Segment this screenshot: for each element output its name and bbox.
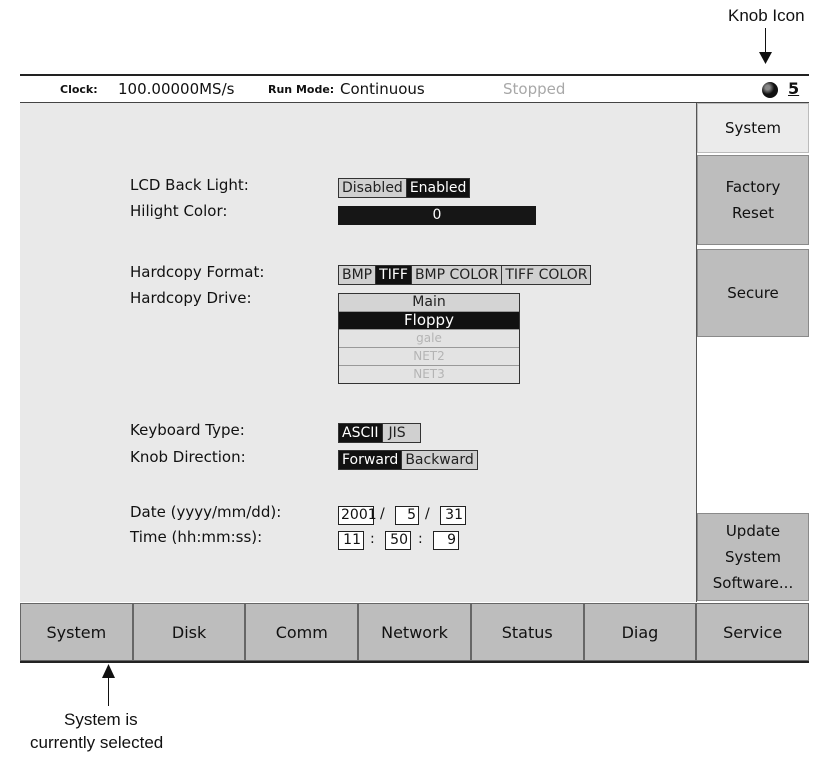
factory-reset-line1: Factory [725,178,781,196]
factory-reset-line2: Reset [732,204,774,222]
drive-net2: NET2 [339,348,519,366]
knob-icon-callout: Knob Icon [728,6,805,25]
tab-diag[interactable]: Diag [583,603,697,661]
instrument-screen: Clock: 100.00000MS/s Run Mode: Continuou… [20,74,810,663]
time-sep-1: : [370,531,375,547]
hilight-color-label: Hilight Color: [130,202,228,220]
update-system-software-button[interactable]: Update System Software... [697,513,809,601]
hardcopy-format-label: Hardcopy Format: [130,263,265,281]
run-mode-value: Continuous [340,80,425,98]
system-selected-callout-line1: System is [64,710,138,729]
lcd-backlight-enabled[interactable]: Enabled [405,179,470,197]
keyboard-jis[interactable]: JIS [381,424,420,442]
time-minute-field[interactable]: 50 [385,531,411,550]
clock-value: 100.00000MS/s [118,80,235,98]
date-day-field[interactable]: 31 [440,506,466,525]
clock-label: Clock: [60,83,98,96]
hardcopy-format-selector[interactable]: BMP TIFF BMP COLOR TIFF COLOR [338,265,592,285]
status-bar: Clock: 100.00000MS/s Run Mode: Continuou… [20,76,809,103]
settings-panel: LCD Back Light: Disabled Enabled Hilight… [20,103,697,602]
bottom-tab-bar: System Disk Comm Network Status Diag Ser… [20,603,810,661]
time-sep-2: : [418,531,423,547]
lcd-backlight-label: LCD Back Light: [130,176,249,194]
secure-button[interactable]: Secure [697,249,809,337]
knob-icon [762,82,778,98]
run-state: Stopped [503,80,566,98]
knob-number: 5 [788,79,800,98]
format-bmp[interactable]: BMP [339,266,376,284]
tab-service[interactable]: Service [696,603,810,661]
knob-direction-selector[interactable]: Forward Backward [338,450,478,470]
hilight-color-field[interactable]: 0 [338,206,536,225]
system-selected-callout-line2: currently selected [30,733,164,752]
tab-disk[interactable]: Disk [132,603,246,661]
side-menu: System Factory Reset Secure Update Syste… [697,103,809,602]
side-menu-title: System [697,103,809,153]
date-sep-1: / [380,506,385,522]
hardcopy-drive-label: Hardcopy Drive: [130,289,252,307]
tab-network[interactable]: Network [358,603,471,661]
system-callout-line [108,676,109,706]
knob-backward[interactable]: Backward [401,451,477,469]
update-line2: System [725,548,781,566]
drive-net3: NET3 [339,366,519,383]
time-second-field[interactable]: 9 [433,531,459,550]
knob-callout-arrowhead [759,52,772,64]
hardcopy-drive-list[interactable]: Main Floppy gale NET2 NET3 [338,293,520,384]
keyboard-type-label: Keyboard Type: [130,421,245,439]
update-line1: Update [725,522,781,540]
run-mode-label: Run Mode: [268,83,335,96]
lcd-backlight-disabled[interactable]: Disabled [339,179,406,197]
tab-status[interactable]: Status [470,603,584,661]
date-label: Date (yyyy/mm/dd): [130,503,282,521]
factory-reset-button[interactable]: Factory Reset [697,155,809,245]
update-line3: Software... [712,574,794,592]
format-bmp-color[interactable]: BMP COLOR [410,266,502,284]
time-label: Time (hh:mm:ss): [130,528,263,546]
lcd-backlight-selector[interactable]: Disabled Enabled [338,178,471,198]
date-year-field[interactable]: 2001 [338,506,377,525]
format-tiff[interactable]: TIFF [375,266,411,284]
tab-comm[interactable]: Comm [245,603,359,661]
knob-direction-label: Knob Direction: [130,448,246,466]
format-tiff-color[interactable]: TIFF COLOR [501,266,591,284]
knob-forward[interactable]: Forward [339,451,402,469]
date-month-field[interactable]: 5 [395,506,419,525]
time-hour-field[interactable]: 11 [338,531,364,550]
keyboard-type-selector[interactable]: ASCII JIS [338,423,421,443]
keyboard-ascii[interactable]: ASCII [339,424,382,442]
drive-floppy[interactable]: Floppy [339,312,519,330]
date-sep-2: / [425,506,430,522]
tab-system[interactable]: System [20,603,133,661]
drive-gale: gale [339,330,519,348]
drive-main[interactable]: Main [339,294,519,312]
